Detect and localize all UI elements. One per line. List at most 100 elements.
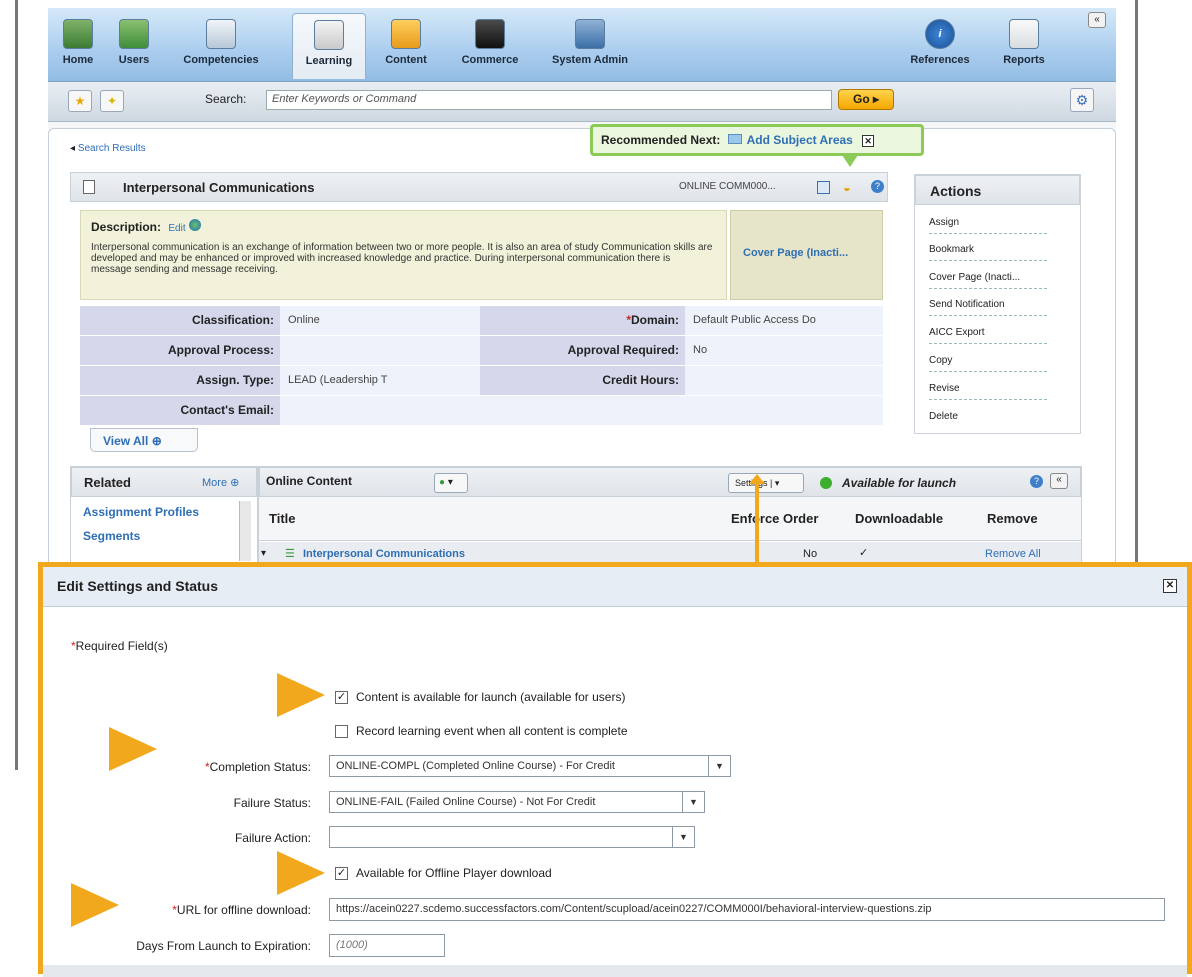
nav-content-label: Content (385, 54, 427, 66)
completion-status-value: ONLINE-COMPL (Completed Online Course) -… (336, 760, 615, 772)
row-downloadable-checkbox[interactable]: ✓ (859, 546, 868, 559)
related-header: Related More ⊕ (71, 467, 257, 497)
completion-status-label: *Completion Status: (204, 760, 311, 774)
cover-page-link[interactable]: Cover Page (Inacti... (743, 247, 848, 259)
column-remove[interactable]: Remove (987, 511, 1038, 526)
add-content-button[interactable]: ● ▾ (434, 473, 468, 493)
column-title[interactable]: Title (269, 511, 296, 526)
window-frame-left (0, 0, 18, 770)
assign-type-value: LEAD (Leadership T (280, 366, 480, 395)
column-downloadable[interactable]: Downloadable (855, 511, 943, 526)
status-green-icon (820, 477, 832, 489)
description-box: Description: Edit Interpersonal communic… (80, 210, 727, 300)
classification-value: Online (280, 306, 480, 335)
view-all-button[interactable]: View All ⊕ (90, 428, 198, 452)
breadcrumb[interactable]: ◂ Search Results (70, 143, 146, 154)
nav-learning-label: Learning (305, 55, 353, 67)
online-content-panel: Online Content ● ▾ Settings | ▾ Availabl… (258, 466, 1082, 566)
collapse-nav-button[interactable]: « (1088, 12, 1106, 28)
content-available-checkbox[interactable]: ✓ (335, 691, 348, 704)
action-assign[interactable]: Assign (929, 217, 1047, 234)
close-icon[interactable]: ✕ (1163, 579, 1177, 593)
lightbulb-icon[interactable]: ✦ (100, 90, 124, 112)
expand-row-icon[interactable]: ▾ (261, 548, 266, 559)
credit-hours-value (685, 366, 883, 395)
help-icon[interactable]: ? (1030, 475, 1043, 488)
record-event-checkbox[interactable] (335, 725, 348, 738)
chevron-down-icon: ▼ (672, 827, 694, 847)
top-navigation: Home Users Competencies Learning Content… (48, 8, 1116, 82)
action-bookmark[interactable]: Bookmark (929, 244, 1047, 261)
nav-references[interactable]: i References (900, 13, 980, 79)
nav-users-label: Users (118, 54, 150, 66)
action-aicc-export[interactable]: AICC Export (929, 327, 1047, 344)
nav-commerce[interactable]: Commerce (452, 13, 528, 79)
item-title: Interpersonal Communications (123, 180, 315, 195)
learning-icon (314, 20, 344, 50)
search-input[interactable]: Enter Keywords or Command (266, 90, 832, 110)
domain-label: *Domain: (480, 306, 685, 335)
related-item-segments[interactable]: Segments (83, 529, 140, 543)
nav-system-admin[interactable]: System Admin (538, 13, 642, 79)
table-header: Title Enforce Order Downloadable Remove (259, 497, 1081, 541)
add-subject-areas-link[interactable]: Add Subject Areas (747, 133, 853, 147)
required-note: *Required Field(s) (71, 639, 168, 653)
nav-competencies-label: Competencies (183, 54, 259, 66)
domain-value: Default Public Access Do (685, 306, 883, 335)
completion-status-select[interactable]: ONLINE-COMPL (Completed Online Course) -… (329, 755, 731, 777)
nav-content[interactable]: Content (376, 13, 436, 79)
nav-learning[interactable]: Learning (292, 13, 366, 79)
chevron-down-icon: ▼ (708, 756, 730, 776)
cover-page-box: Cover Page (Inacti... (730, 210, 883, 300)
callout-connector (755, 480, 759, 568)
related-panel: Related More ⊕ Assignment Profiles Segme… (70, 466, 258, 566)
online-content-header: Online Content ● ▾ Settings | ▾ Availabl… (259, 467, 1081, 497)
action-delete[interactable]: Delete (929, 411, 1047, 427)
breadcrumb-search-results[interactable]: Search Results (78, 143, 146, 154)
back-arrow-icon: ◂ (70, 143, 76, 154)
edit-description-link[interactable]: Edit (168, 223, 185, 234)
failure-status-select[interactable]: ONLINE-FAIL (Failed Online Course) - Not… (329, 791, 705, 813)
related-item-assignment-profiles[interactable]: Assignment Profiles (83, 505, 199, 519)
settings-button[interactable]: Settings | ▾ (728, 473, 804, 493)
nav-users[interactable]: Users (112, 13, 156, 79)
offline-available-checkbox[interactable]: ✓ (335, 867, 348, 880)
related-title: Related (84, 475, 131, 490)
action-copy[interactable]: Copy (929, 355, 1047, 372)
url-input[interactable]: https://acein0227.scdemo.successfactors.… (329, 898, 1165, 921)
details-grid: Classification: Online *Domain: Default … (80, 306, 883, 428)
row-remove-all-link[interactable]: Remove All (985, 548, 1041, 560)
approval-required-label: Approval Required: (480, 336, 685, 365)
related-scrollbar[interactable] (239, 501, 251, 561)
failure-action-select[interactable]: ▼ (329, 826, 695, 848)
collapse-panel-button[interactable]: « (1050, 473, 1068, 489)
recommend-icon[interactable]: ◒ (843, 180, 851, 195)
list-icon: ☰ (285, 548, 295, 560)
popup-pointer (842, 155, 858, 167)
info-panel-icon[interactable] (817, 181, 830, 194)
nav-reports[interactable]: Reports (992, 13, 1056, 79)
settings-gear-icon[interactable]: ⚙ (1070, 88, 1094, 112)
launch-status: Available for launch (842, 476, 957, 490)
column-enforce-order[interactable]: Enforce Order (731, 511, 818, 526)
favorites-star-icon[interactable]: ★ (68, 90, 92, 112)
actions-panel: Actions Assign Bookmark Cover Page (Inac… (914, 174, 1081, 434)
record-event-label: Record learning event when all content i… (356, 724, 628, 738)
row-title-link[interactable]: Interpersonal Communications (303, 548, 465, 560)
credit-hours-label: Credit Hours: (480, 366, 685, 395)
nav-competencies[interactable]: Competencies (166, 13, 276, 79)
callout-arrow-3 (277, 851, 325, 895)
days-to-expiration-input[interactable]: (1000) (329, 934, 445, 957)
help-icon[interactable]: ? (871, 180, 884, 193)
chart-icon (1009, 19, 1039, 49)
nav-home[interactable]: Home (56, 13, 100, 79)
related-more-link[interactable]: More ⊕ (202, 476, 239, 489)
action-send-notification[interactable]: Send Notification (929, 299, 1047, 316)
globe-icon[interactable] (188, 219, 201, 231)
approval-required-value: No (685, 336, 883, 365)
search-label: Search: (205, 92, 247, 106)
action-revise[interactable]: Revise (929, 383, 1047, 400)
go-button[interactable]: Go ▸ (838, 89, 894, 110)
action-cover-page[interactable]: Cover Page (Inacti... (929, 272, 1047, 289)
close-icon[interactable]: ✕ (862, 135, 875, 147)
